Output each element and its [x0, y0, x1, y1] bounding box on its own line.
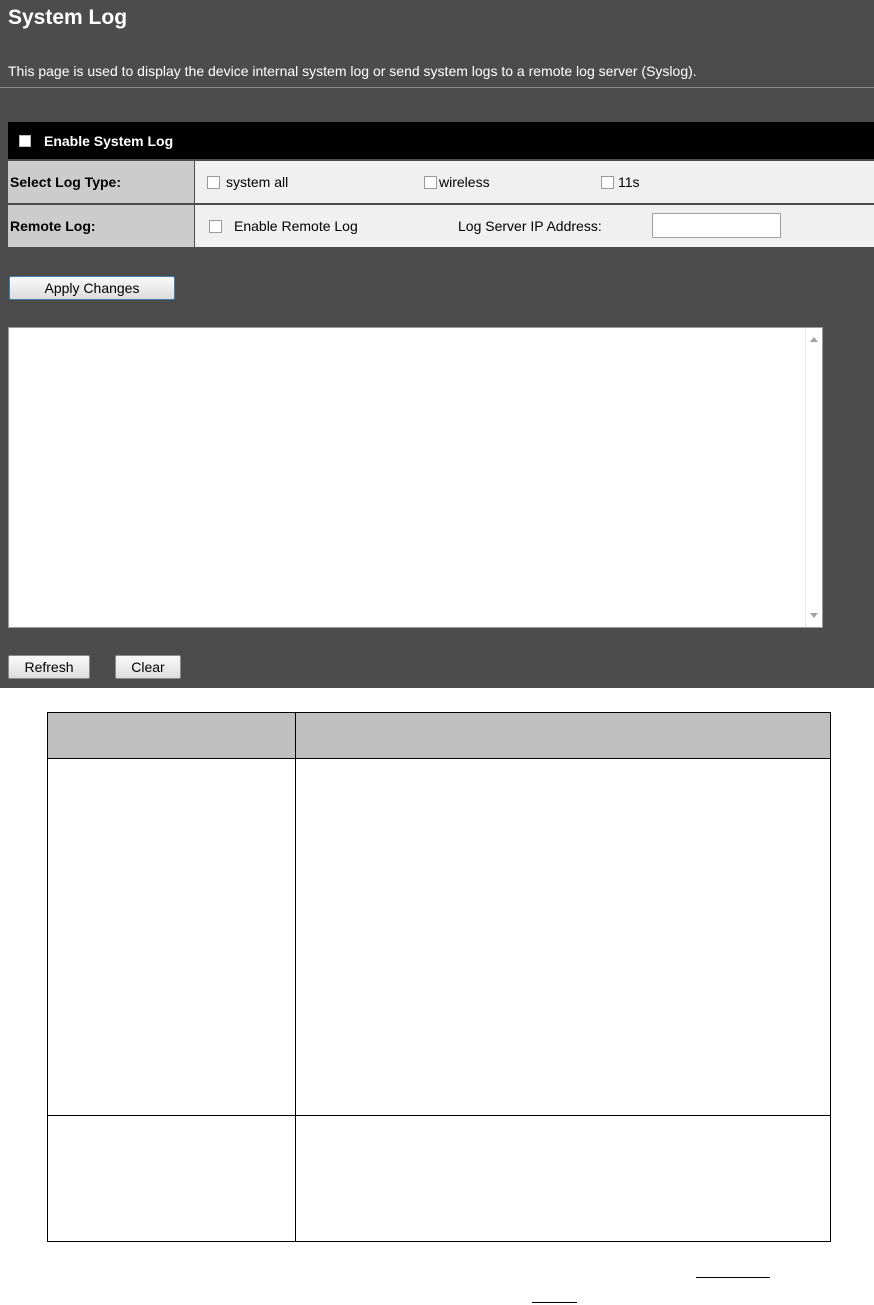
system-all-label: system all	[226, 174, 289, 190]
system-log-textarea[interactable]	[8, 327, 823, 628]
remote-log-row: Remote Log: Enable Remote Log Log Server…	[8, 203, 874, 247]
log-type-options: system all wireless 11s	[194, 161, 874, 203]
enable-remote-log-checkbox[interactable]	[209, 219, 222, 233]
parameter-table	[47, 712, 831, 1242]
system-all-checkbox[interactable]	[207, 175, 220, 189]
log-type-label: Select Log Type:	[8, 161, 194, 203]
enable-system-log-label: Enable System Log	[44, 132, 174, 149]
system-log-text	[9, 328, 822, 336]
log-type-system-all[interactable]: system all	[207, 174, 288, 190]
enable-remote-log[interactable]: Enable Remote Log	[209, 218, 358, 234]
clear-button[interactable]: Clear	[115, 655, 181, 679]
wireless-checkbox[interactable]	[424, 175, 437, 189]
scroll-up-arrow-icon[interactable]	[810, 337, 818, 342]
page-title: System Log	[8, 6, 128, 29]
11s-label: 11s	[618, 174, 640, 190]
log-type-11s[interactable]: 11s	[601, 174, 640, 190]
log-scrollbar[interactable]	[805, 328, 822, 627]
system-log-panel: System Log This page is used to display …	[0, 0, 874, 688]
log-type-row: Select Log Type: system all wireless 11s	[8, 159, 874, 203]
wireless-label: wireless	[439, 174, 490, 190]
refresh-button[interactable]: Refresh	[8, 655, 90, 679]
column-divider	[295, 1116, 296, 1241]
column-divider	[295, 713, 296, 758]
11s-checkbox[interactable]	[601, 175, 614, 189]
table-row	[48, 1116, 830, 1241]
enable-remote-log-label: Enable Remote Log	[234, 218, 358, 234]
remote-log-label: Remote Log:	[8, 205, 194, 247]
table-row	[48, 759, 830, 1116]
enable-system-log-checkbox[interactable]	[19, 134, 31, 147]
log-settings: Enable System Log Select Log Type: syste…	[8, 122, 874, 247]
page-description: This page is used to display the device …	[8, 63, 697, 79]
log-server-ip-label: Log Server IP Address:	[458, 218, 602, 234]
column-divider	[295, 759, 296, 1115]
scroll-down-arrow-icon[interactable]	[810, 613, 818, 618]
table-header-row	[48, 713, 830, 759]
apply-changes-button[interactable]: Apply Changes	[9, 276, 175, 300]
underline-mark	[696, 1277, 770, 1278]
log-type-wireless[interactable]: wireless	[424, 174, 490, 190]
log-server-ip-input[interactable]	[652, 213, 781, 238]
underline-mark	[532, 1302, 577, 1303]
remote-log-options: Enable Remote Log Log Server IP Address:	[194, 205, 874, 247]
enable-system-log-row: Enable System Log	[8, 122, 874, 159]
title-divider	[0, 87, 874, 88]
